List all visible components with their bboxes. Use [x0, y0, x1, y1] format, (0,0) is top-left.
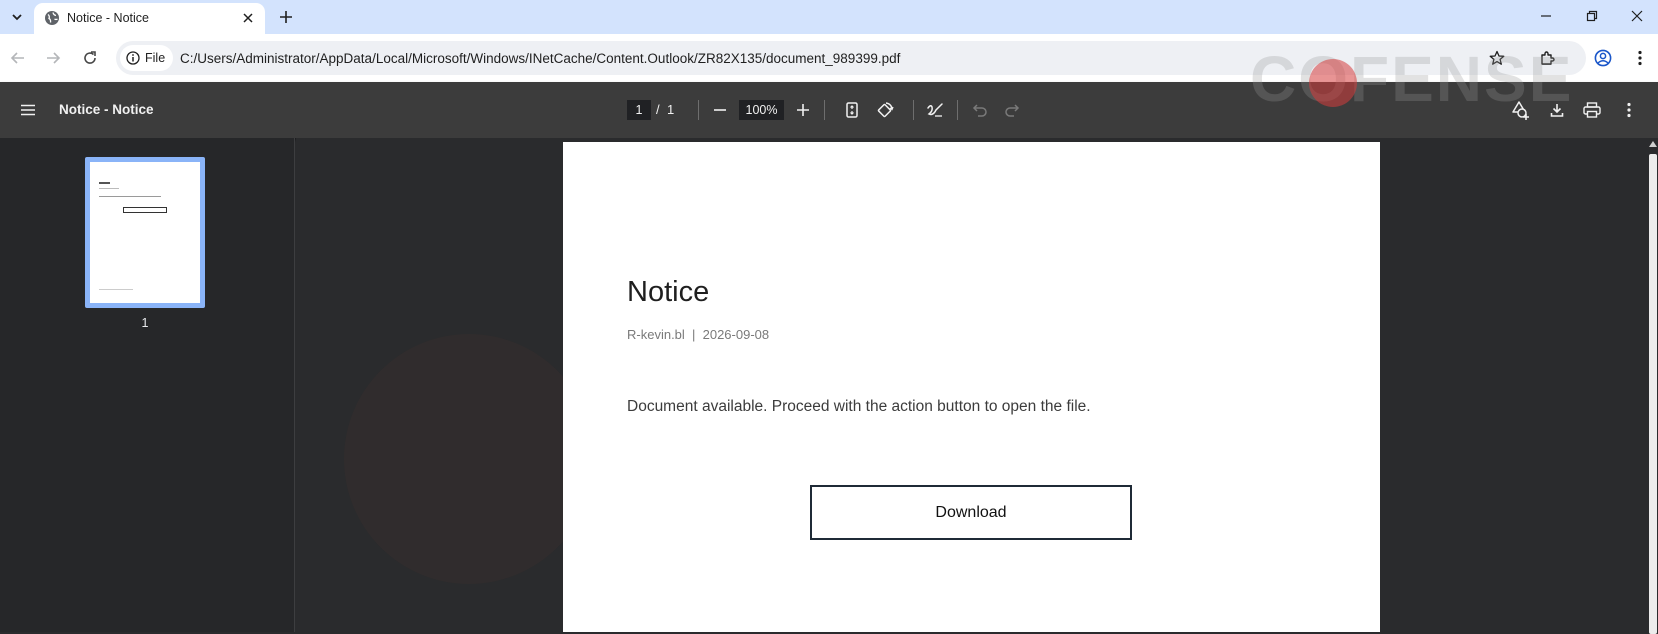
- more-vertical-icon: [1638, 50, 1642, 66]
- zoom-input[interactable]: 100%: [739, 100, 784, 120]
- redo-button[interactable]: [1000, 98, 1024, 122]
- restore-button[interactable]: [1579, 5, 1605, 27]
- page-thumbnail[interactable]: [85, 157, 205, 308]
- tab-close-button[interactable]: [240, 10, 256, 26]
- thumbnail-sidebar: 1: [0, 138, 295, 632]
- rotate-button[interactable]: [873, 98, 897, 122]
- zoom-out-button[interactable]: [708, 98, 732, 122]
- printer-icon: [1583, 102, 1601, 118]
- browser-tab[interactable]: Notice - Notice: [34, 3, 265, 34]
- minus-icon: [714, 109, 726, 111]
- fit-page-icon: [846, 102, 858, 118]
- pdf-viewer: Notice R-kevin.bl | 2026-09-08 Document …: [296, 138, 1648, 632]
- minimize-button[interactable]: [1533, 5, 1559, 27]
- viewer-scrollbar[interactable]: [1648, 138, 1658, 634]
- toolbar-divider: [824, 100, 825, 120]
- thumbnail-body-line: [99, 196, 161, 197]
- zoom-in-button[interactable]: [791, 98, 815, 122]
- fit-page-button[interactable]: [840, 98, 864, 122]
- thumbnail-title-line: [99, 182, 110, 184]
- chevron-down-icon: [12, 14, 22, 21]
- site-chip-label: File: [145, 51, 166, 65]
- cofense-watermark-dot: [1309, 59, 1357, 107]
- page-number-input[interactable]: 1: [627, 100, 651, 120]
- restore-icon: [1586, 10, 1598, 22]
- thumbnail-page-preview: [90, 162, 200, 303]
- plus-icon: [280, 11, 292, 23]
- menu-icon: [21, 104, 35, 116]
- watermark-circle: [344, 334, 594, 584]
- reload-icon: [84, 51, 96, 64]
- document-title: Notice: [627, 276, 710, 308]
- toolbar-divider: [698, 100, 699, 120]
- back-button[interactable]: [6, 46, 30, 70]
- plus-icon: [797, 104, 809, 116]
- close-icon: [243, 13, 253, 23]
- toolbar-divider: [913, 100, 914, 120]
- redo-icon: [1005, 104, 1020, 117]
- arrow-right-icon: [47, 52, 61, 64]
- tab-strip: Notice - Notice: [0, 0, 1658, 34]
- page-separator: /: [656, 102, 660, 117]
- thumbnail-footer-line: [99, 289, 133, 290]
- more-vertical-icon: [1627, 102, 1631, 118]
- pdf-sidebar-toggle[interactable]: [16, 98, 40, 122]
- page-total: 1: [667, 102, 675, 117]
- scroll-thumb[interactable]: [1649, 154, 1657, 634]
- pdf-title: Notice - Notice: [59, 102, 154, 117]
- browser-menu-button[interactable]: [1630, 46, 1650, 70]
- document-body: Document available. Proceed with the act…: [627, 398, 1091, 415]
- toolbar-divider: [957, 100, 958, 120]
- thumbnail-page-number: 1: [141, 316, 149, 330]
- scroll-up-arrow[interactable]: [1649, 141, 1657, 147]
- close-icon: [1631, 10, 1643, 22]
- arrow-left-icon: [10, 52, 24, 64]
- close-window-button[interactable]: [1624, 5, 1650, 27]
- new-tab-button[interactable]: [276, 7, 296, 27]
- rotate-icon: [877, 102, 894, 118]
- url-text[interactable]: C:/Users/Administrator/AppData/Local/Mic…: [180, 51, 900, 66]
- forward-button[interactable]: [41, 46, 65, 70]
- site-info-chip[interactable]: File: [120, 45, 174, 71]
- thumbnail-meta-line: [99, 188, 119, 189]
- pdf-page: Notice R-kevin.bl | 2026-09-08 Document …: [563, 142, 1380, 632]
- document-meta: R-kevin.bl | 2026-09-08: [627, 327, 770, 342]
- reload-button[interactable]: [78, 46, 102, 70]
- undo-button[interactable]: [968, 98, 992, 122]
- profile-button[interactable]: [1591, 46, 1615, 70]
- pdf-more-button[interactable]: [1617, 98, 1641, 122]
- globe-icon: [45, 11, 59, 25]
- pen-icon: [927, 103, 943, 117]
- annotate-button[interactable]: [923, 98, 947, 122]
- download-link-label: Download: [935, 503, 1007, 521]
- thumbnail-button-outline: [123, 207, 167, 213]
- profile-icon: [1594, 49, 1612, 67]
- undo-icon: [972, 104, 987, 117]
- print-button[interactable]: [1580, 98, 1604, 122]
- info-icon: [126, 51, 140, 65]
- tab-title: Notice - Notice: [67, 11, 149, 25]
- minimize-icon: [1541, 15, 1551, 17]
- download-link-button[interactable]: Download: [810, 485, 1132, 540]
- cofense-watermark: COFENSE: [1250, 43, 1574, 115]
- tab-search-button[interactable]: [6, 6, 28, 28]
